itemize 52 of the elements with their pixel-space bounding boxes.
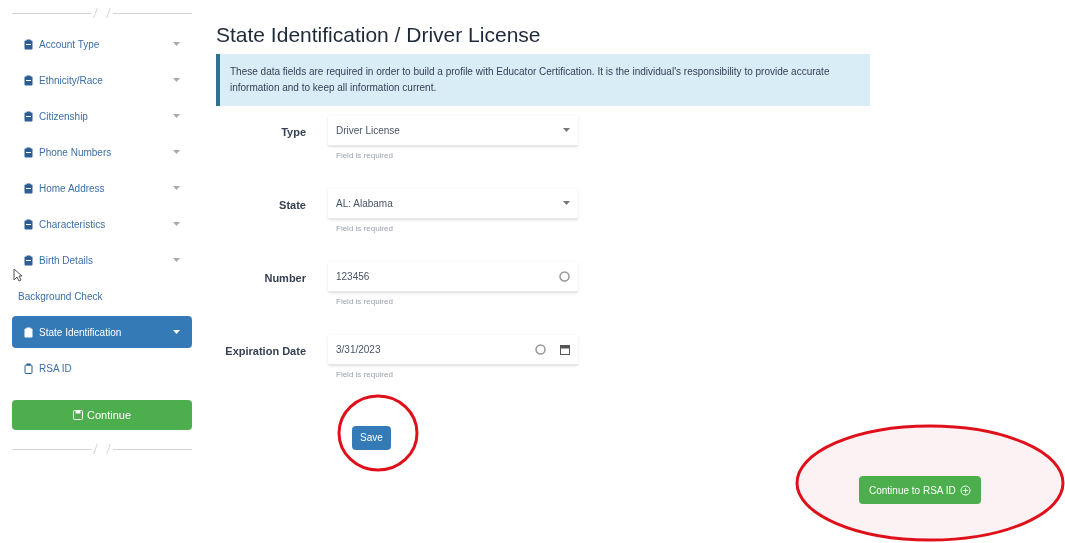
caret-icon	[563, 128, 570, 133]
sidebar-item[interactable]: Citizenship	[12, 100, 192, 132]
save-button[interactable]: Save	[352, 425, 391, 450]
clipboard-icon	[24, 182, 33, 194]
save-icon	[72, 410, 83, 420]
sidebar-item[interactable]: Birth Details	[12, 244, 192, 276]
dropdown[interactable]: AL: Alabama	[328, 189, 578, 219]
sidebar-item[interactable]: Ethnicity/Race	[12, 64, 192, 96]
clipboard-icon	[24, 254, 33, 266]
clear-icon	[535, 344, 546, 355]
item-label: Account Type	[39, 37, 101, 52]
item-label: Background Check	[18, 289, 104, 304]
sidebar-item[interactable]: Account Type	[12, 28, 192, 60]
clipboard-icon	[24, 362, 33, 374]
item-label: State Identification	[39, 325, 123, 340]
sidebar-item[interactable]: RSA ID	[12, 352, 192, 384]
clipboard-icon	[24, 146, 33, 158]
item-label: Phone Numbers	[39, 145, 113, 160]
help-text: Field is required	[335, 296, 394, 308]
field-label: Number	[263, 271, 307, 286]
help-text: Field is required	[335, 223, 394, 235]
plus-circle-icon	[959, 484, 971, 496]
clipboard-icon	[24, 110, 33, 122]
field-label: Expiration Date	[224, 344, 307, 359]
input-field[interactable]: 3/31/2023	[328, 335, 578, 365]
sidebar-item[interactable]: State Identification	[12, 316, 192, 348]
help-text: Field is required	[335, 150, 394, 162]
item-label: Birth Details	[39, 253, 94, 268]
sidebar-item[interactable]: Home Address	[12, 172, 192, 204]
field-label: State	[278, 198, 307, 213]
item-label: Citizenship	[39, 109, 89, 124]
info-notice: These data fields are required in order to build a profile with Educator Certification. It is the individual's responsibility to provide accurate information and to keep all information current.	[216, 54, 870, 106]
item-label: Home Address	[39, 181, 106, 196]
clipboard-icon	[24, 74, 33, 86]
item-label: Ethnicity/Race	[39, 73, 104, 88]
item-label: RSA ID	[39, 361, 73, 376]
cursor-icon	[13, 268, 23, 282]
sidebar-item[interactable]: Phone Numbers	[12, 136, 192, 168]
help-text: Field is required	[335, 369, 394, 381]
sidebar-item[interactable]: Characteristics	[12, 208, 192, 240]
input-field[interactable]: 123456	[328, 262, 578, 292]
page-title: State Identification / Driver License	[216, 22, 542, 48]
clear-icon	[559, 271, 570, 282]
clipboard-icon	[24, 218, 33, 230]
sidebar-item[interactable]: Background Check	[12, 280, 192, 312]
caret-icon	[563, 201, 570, 206]
clipboard-icon	[24, 326, 33, 338]
clipboard-icon	[24, 38, 33, 50]
field-label: Type	[280, 125, 307, 140]
dropdown[interactable]: Driver License	[328, 116, 578, 146]
item-label: Characteristics	[39, 217, 107, 232]
calendar-icon	[560, 344, 570, 355]
